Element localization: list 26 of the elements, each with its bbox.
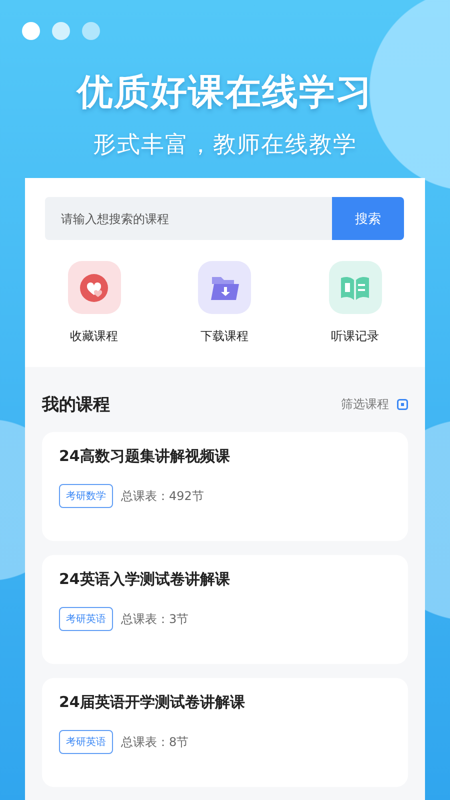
course-title: 24高数习题集讲解视频课 [59,447,231,466]
course-tag: 考研英语 [59,730,113,754]
lesson-count: 总课表：492节 [121,488,204,504]
course-tag: 考研英语 [59,607,113,631]
lesson-count: 总课表：8节 [121,734,189,750]
search-field[interactable]: 请输入想搜索的课程 [45,197,332,240]
headline: 优质好课在线学习 [77,71,373,115]
course-tag: 考研数学 [59,484,113,508]
window-dot [82,22,100,40]
section-title: 我的课程 [42,394,110,416]
shortcut-button[interactable]: 下载课程 [180,261,270,345]
filter-icon [397,399,408,410]
course-card[interactable]: 24届英语开学测试卷讲解课 考研英语 总课表：8节 [42,678,408,787]
course-title: 24英语入学测试卷讲解课 [59,570,231,589]
book-icon [340,274,370,300]
course-title: 24届英语开学测试卷讲解课 [59,693,246,712]
course-card[interactable]: 24英语入学测试卷讲解课 考研英语 总课表：3节 [42,555,408,664]
filter-button[interactable]: 筛选课程 [341,396,408,413]
shortcut-button[interactable]: 听课记录 [310,261,400,345]
lesson-count: 总课表：3节 [121,610,189,628]
subheadline: 形式丰富，教师在线教学 [93,131,357,160]
window-dot [22,22,40,40]
search-button[interactable]: 搜索 [332,197,404,240]
shortcut-button[interactable]: 收藏课程 [49,261,139,345]
window-dot [52,22,70,40]
course-card[interactable]: 24高数习题集讲解视频课 考研数学 总课表：492节 [42,432,408,541]
